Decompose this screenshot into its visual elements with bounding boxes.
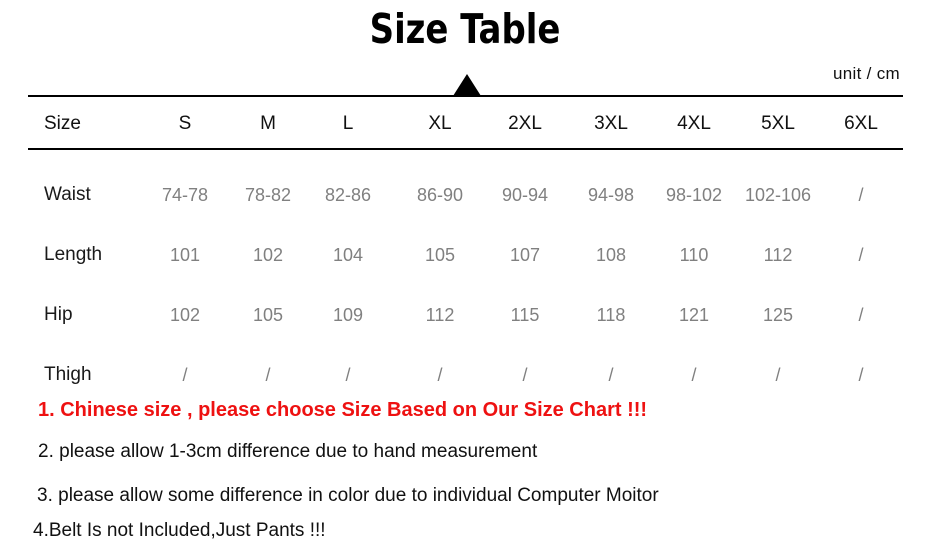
cell-length-s: 101 (169, 245, 201, 265)
cell-waist-3xl: 94-98 (587, 185, 635, 205)
cell-hip-2xl: 115 (510, 305, 540, 325)
cell-hip-5xl: 125 (762, 305, 794, 325)
cell-waist-6xl: / (858, 185, 864, 205)
unit-label: unit / cm (833, 64, 900, 83)
cell-hip-3xl: 118 (596, 305, 626, 325)
row-label-waist: Waist (44, 184, 91, 205)
note-line-2: 2. please allow 1-3cm difference due to … (38, 441, 538, 462)
cell-waist-l: 82-86 (324, 185, 372, 205)
column-header-5xl: 5XL (761, 113, 795, 134)
cell-thigh-5xl: / (775, 365, 781, 385)
column-header-s: S (178, 113, 192, 134)
cell-waist-5xl: 102-106 (744, 185, 812, 205)
cell-length-xl: 105 (424, 245, 456, 265)
cell-thigh-m: / (265, 365, 271, 385)
table-row: Hip 102 105 109 112 115 118 121 125 / (0, 298, 930, 332)
table-top-rule (28, 95, 903, 97)
cell-length-m: 102 (252, 245, 284, 265)
row-label-thigh: Thigh (44, 364, 92, 385)
row-label-hip: Hip (44, 304, 73, 325)
column-header-l: L (342, 113, 354, 134)
cell-length-2xl: 107 (509, 245, 541, 265)
cell-hip-m: 105 (252, 305, 284, 325)
header-corner-label: Size (44, 113, 81, 134)
cell-length-l: 104 (332, 245, 364, 265)
cell-length-4xl: 110 (679, 245, 709, 265)
table-header-row: Size S M L XL 2XL 3XL 4XL 5XL 6XL (0, 107, 930, 141)
cell-thigh-6xl: / (858, 365, 864, 385)
note-line-1: 1. Chinese size , please choose Size Bas… (38, 399, 648, 421)
cell-hip-l: 109 (332, 305, 364, 325)
page-title: Size Table (369, 5, 561, 53)
size-table-page: Size Table unit / cm Size S M L XL 2XL 3XL 4XL 5… (0, 0, 930, 550)
cell-waist-m: 78-82 (244, 185, 292, 205)
table-row: Thigh / / / / / / / / / (0, 358, 930, 392)
cell-thigh-xl: / (437, 365, 443, 385)
column-header-xl: XL (428, 113, 452, 134)
column-header-4xl: 4XL (677, 113, 711, 134)
column-header-3xl: 3XL (594, 113, 628, 134)
cell-waist-s: 74-78 (161, 185, 209, 205)
cell-waist-xl: 86-90 (416, 185, 464, 205)
cell-thigh-2xl: / (522, 365, 528, 385)
cell-waist-4xl: 98-102 (665, 185, 723, 205)
column-header-2xl: 2XL (508, 113, 542, 134)
table-row: Waist 74-78 78-82 82-86 86-90 90-94 94-98 98-10… (0, 178, 930, 212)
cell-thigh-l: / (345, 365, 351, 385)
cell-thigh-4xl: / (691, 365, 697, 385)
cell-thigh-s: / (182, 365, 188, 385)
cell-hip-xl: 112 (425, 305, 455, 325)
cell-hip-s: 102 (169, 305, 201, 325)
cell-length-6xl: / (858, 245, 864, 265)
cell-hip-6xl: / (858, 305, 864, 325)
column-header-m: M (260, 113, 276, 134)
triangle-marker-icon (453, 74, 481, 96)
cell-hip-4xl: 121 (678, 305, 710, 325)
column-header-6xl: 6XL (844, 113, 878, 134)
note-line-4: 4.Belt Is not Included,Just Pants !!! (33, 520, 326, 541)
cell-waist-2xl: 90-94 (501, 185, 549, 205)
note-line-3: 3. please allow some difference in color… (37, 485, 659, 506)
table-row: Length 101 102 104 105 107 108 110 112 / (0, 238, 930, 272)
cell-thigh-3xl: / (608, 365, 614, 385)
cell-length-3xl: 108 (595, 245, 627, 265)
table-header-rule (28, 148, 903, 150)
cell-length-5xl: 112 (763, 245, 793, 265)
row-label-length: Length (44, 244, 103, 265)
